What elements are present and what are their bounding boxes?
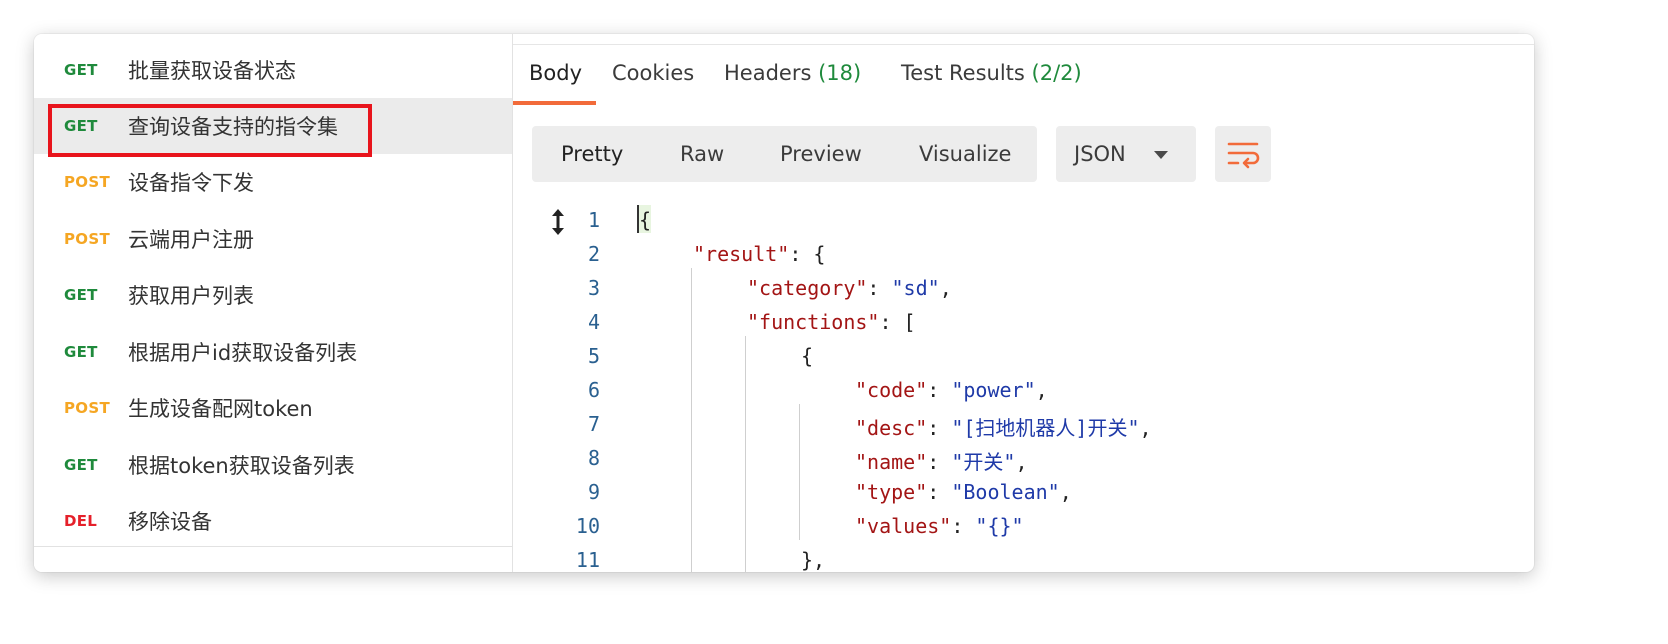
request-name: 获取用户列表 [128, 284, 254, 308]
request-name: 查询设备支持的指令集 [128, 115, 338, 139]
code-line: }, [801, 548, 826, 572]
line-number: 11 [575, 548, 600, 572]
tab-body[interactable]: Body [529, 61, 582, 93]
view-mode-group: Pretty Raw Preview Visualize [532, 126, 1037, 182]
request-item[interactable]: POST 云端用户注册 [34, 211, 512, 267]
active-tab-indicator [513, 101, 596, 105]
method-badge: GET [64, 343, 98, 361]
line-number: 6 [587, 378, 600, 402]
method-badge: POST [64, 230, 110, 248]
code-line: "values": "{}" [855, 514, 1024, 538]
tab-count: (2/2) [1031, 61, 1082, 85]
method-badge: GET [64, 117, 98, 135]
method-badge: DEL [64, 512, 98, 530]
method-badge: POST [64, 173, 110, 191]
code-line: "code": "power", [855, 378, 1048, 402]
request-item[interactable]: GET 获取用户列表 [34, 267, 512, 323]
divider [513, 44, 1534, 45]
tab-label: Body [529, 61, 583, 85]
format-value: JSON [1074, 142, 1126, 166]
code-line: "name": "开关", [855, 450, 1028, 474]
response-pane: Body Cookies Headers (18) Test Results (… [513, 34, 1534, 572]
tab-headers[interactable]: Headers (18) [724, 61, 861, 93]
line-number: 1 [587, 208, 600, 232]
request-item[interactable]: POST 设备指令下发 [34, 154, 512, 210]
method-badge: POST [64, 399, 110, 417]
request-name: 云端用户注册 [128, 228, 254, 252]
method-badge: GET [64, 286, 98, 304]
tab-cookies[interactable]: Cookies [612, 61, 694, 93]
method-badge: GET [64, 61, 98, 79]
divider [34, 546, 512, 547]
code-line: "result": { [693, 242, 826, 266]
request-item[interactable]: DEL 移除设备 [34, 493, 512, 549]
code-line: "type": "Boolean", [855, 480, 1072, 504]
indent-guide [745, 336, 746, 572]
format-select[interactable]: JSON [1056, 126, 1196, 182]
chevron-down-icon [1154, 151, 1168, 159]
line-number: 8 [587, 446, 600, 470]
line-number: 3 [587, 276, 600, 300]
code-line: { [801, 344, 814, 368]
response-body-viewer[interactable]: 1 2 3 4 5 6 7 8 9 10 11 { "result": { "c… [513, 200, 1534, 572]
line-number: 7 [587, 412, 600, 436]
wrap-lines-button[interactable] [1215, 126, 1271, 182]
request-item-selected[interactable]: GET 查询设备支持的指令集 [34, 98, 512, 154]
code-line: { [639, 208, 652, 232]
raw-button[interactable]: Raw [680, 126, 724, 182]
indent-guide [799, 404, 800, 540]
indent-guide [691, 268, 692, 572]
tab-count: (18) [818, 61, 862, 85]
request-name: 批量获取设备状态 [128, 59, 296, 83]
request-name: 根据token获取设备列表 [128, 454, 355, 478]
postman-window: GET 批量获取设备状态 GET 查询设备支持的指令集 POST 设备指令下发 … [34, 34, 1534, 572]
preview-button[interactable]: Preview [780, 126, 862, 182]
code-line: "desc": "[扫地机器人]开关", [855, 416, 1152, 440]
line-number: 4 [587, 310, 600, 334]
request-item[interactable]: GET 根据token获取设备列表 [34, 437, 512, 493]
line-number: 9 [587, 480, 600, 504]
line-number: 5 [587, 344, 600, 368]
line-number: 2 [587, 242, 600, 266]
request-item[interactable]: POST 生成设备配网token [34, 380, 512, 436]
request-name: 移除设备 [128, 510, 212, 534]
code-line: "functions": [ [747, 310, 916, 334]
request-name: 生成设备配网token [128, 397, 313, 421]
line-number: 10 [575, 514, 600, 538]
request-name: 设备指令下发 [128, 171, 254, 195]
tab-test-results[interactable]: Test Results (2/2) [901, 61, 1082, 93]
code-line: "category": "sd", [747, 276, 952, 300]
wrap-lines-icon [1227, 142, 1260, 169]
visualize-button[interactable]: Visualize [919, 126, 1011, 182]
request-item[interactable]: GET 根据用户id获取设备列表 [34, 324, 512, 380]
tab-label: Cookies [612, 61, 695, 85]
tab-label: Headers [724, 61, 812, 85]
request-name: 根据用户id获取设备列表 [128, 341, 358, 365]
request-item[interactable]: GET 批量获取设备状态 [34, 42, 512, 98]
method-badge: GET [64, 456, 98, 474]
request-list: GET 批量获取设备状态 GET 查询设备支持的指令集 POST 设备指令下发 … [34, 34, 513, 572]
tab-label: Test Results [901, 61, 1025, 85]
pretty-button[interactable]: Pretty [561, 126, 623, 182]
